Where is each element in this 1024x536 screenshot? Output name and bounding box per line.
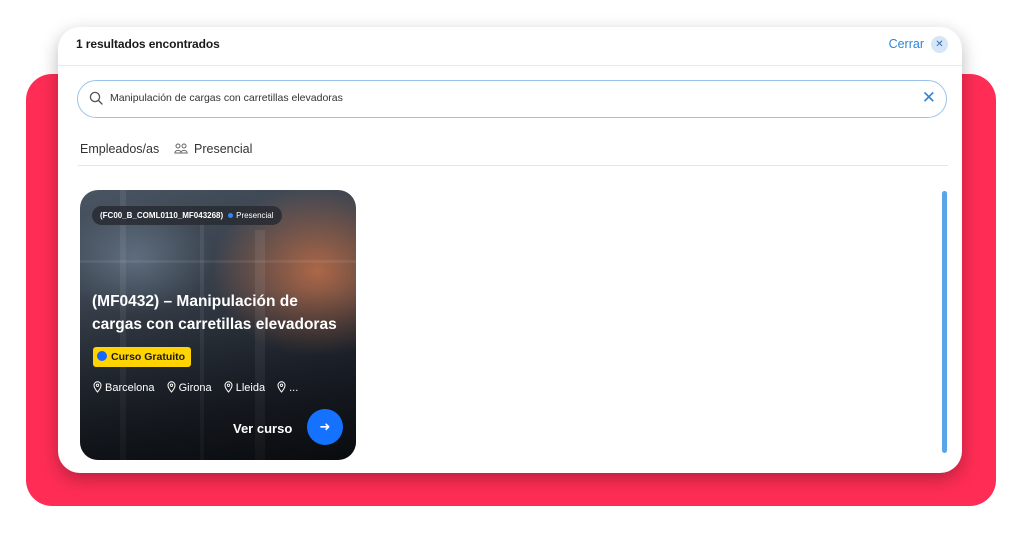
arrow-right-icon: ➜ — [319, 419, 331, 434]
location-label: Girona — [178, 382, 212, 394]
location-item: Girona — [167, 381, 212, 396]
course-code: (FC00_B_COML0110_MF043268) — [100, 211, 224, 220]
course-modality: Presencial — [236, 211, 274, 220]
filter-presencial[interactable]: Presencial — [174, 142, 252, 157]
results-header: 1 resultados encontrados Cerrar ✕ — [58, 27, 962, 66]
search-icon — [89, 91, 103, 110]
location-pin-icon — [224, 381, 233, 396]
people-icon — [174, 143, 188, 157]
location-label: Lleida — [235, 382, 266, 394]
filter-empleados[interactable]: Empleados/as — [80, 142, 159, 156]
view-course-label[interactable]: Ver curso — [233, 421, 292, 436]
card-image-detail — [80, 260, 356, 263]
course-locations: Barcelona Girona Lleida ... — [93, 381, 307, 396]
badge-dot — [97, 351, 107, 361]
clear-search-icon[interactable]: ✕ — [922, 88, 936, 108]
search-input[interactable] — [110, 89, 890, 107]
active-filters: Empleados/as Presencial — [78, 139, 948, 166]
close-icon[interactable]: ✕ — [931, 36, 948, 53]
location-item: ... — [277, 381, 298, 396]
location-label: Barcelona — [105, 382, 155, 394]
location-item: Barcelona — [93, 381, 155, 396]
location-item: Lleida — [224, 381, 265, 396]
results-scrollbar[interactable] — [942, 191, 947, 453]
result-count: 1 resultados encontrados — [76, 37, 220, 51]
close-button[interactable]: Cerrar — [889, 37, 924, 51]
filter-presencial-label: Presencial — [194, 142, 253, 156]
search-results-panel: 1 resultados encontrados Cerrar ✕ ✕ Empl… — [58, 27, 962, 473]
view-course-button[interactable]: ➜ — [307, 409, 343, 445]
location-pin-icon — [277, 381, 286, 396]
free-course-badge: Curso Gratuito — [93, 347, 192, 367]
course-title: (MF0432) – Manipulación de cargas con ca… — [92, 293, 337, 333]
location-pin-icon — [93, 381, 102, 396]
search-bar: ✕ — [77, 80, 947, 118]
location-label: ... — [289, 382, 299, 394]
location-pin-icon — [167, 381, 176, 396]
course-card[interactable]: (FC00_B_COML0110_MF043268) Presencial (MF… — [80, 190, 356, 460]
badge-label: Curso Gratuito — [111, 351, 186, 363]
modality-dot — [228, 212, 234, 218]
course-code-pill: (FC00_B_COML0110_MF043268) Presencial — [92, 206, 282, 225]
